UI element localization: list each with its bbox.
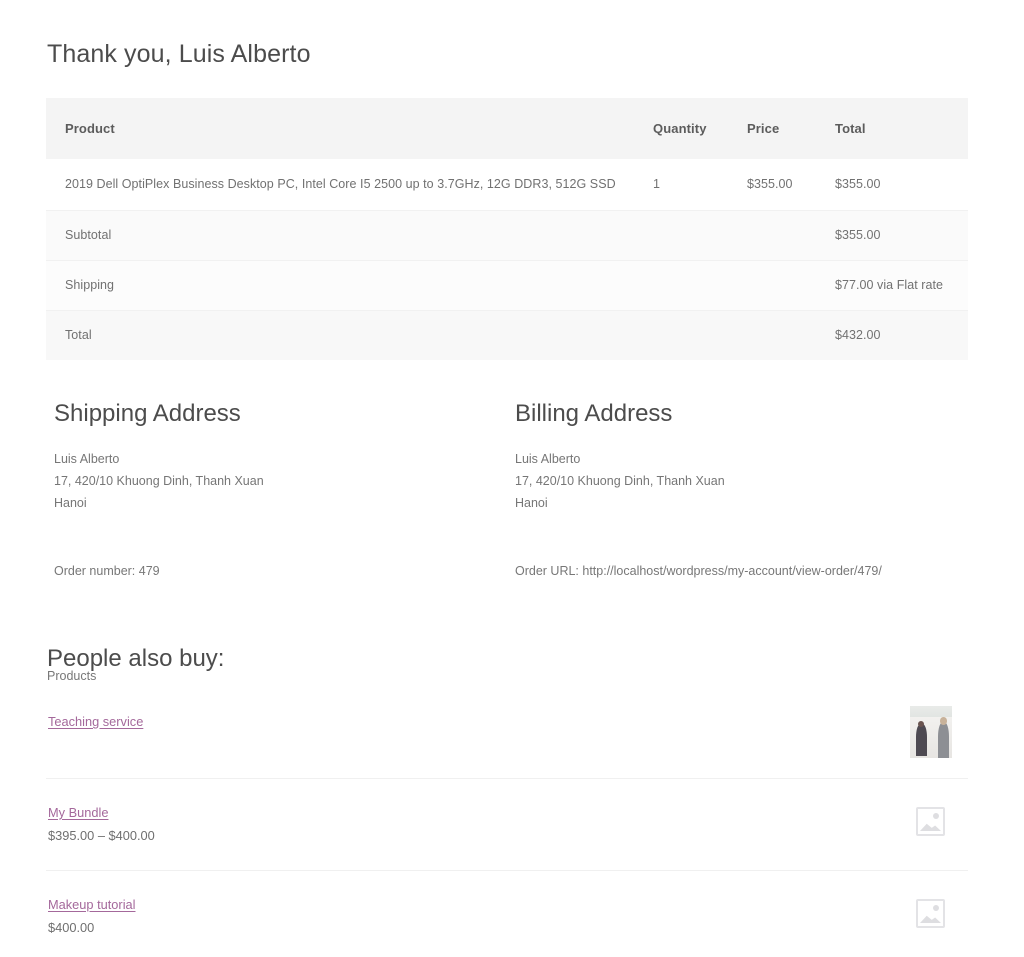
image-placeholder-icon [916,899,945,928]
column-header-total: Total [835,121,866,136]
table-row-total: Total $432.00 [46,310,968,360]
product-info: Makeup tutorial $400.00 [46,895,136,938]
shipping-address-block: Shipping Address Luis Alberto 17, 420/10… [54,398,264,514]
product-link-my-bundle[interactable]: My Bundle [48,803,108,822]
table-row-shipping: Shipping $77.00 via Flat rate [46,260,968,310]
product-thumbnail-placeholder[interactable] [910,803,952,845]
placeholder-mountain-shape [920,915,941,923]
placeholder-sun-shape [933,813,939,819]
spacer-cell-price [747,210,835,260]
photo-person-left-body [915,723,927,756]
order-table-body: 2019 Dell OptiPlex Business Desktop PC, … [46,159,968,360]
product-thumbnail-photo[interactable] [910,706,952,758]
order-number: Order number: 479 [54,564,160,578]
image-placeholder-icon [916,807,945,836]
cell-product-price: $355.00 [747,177,793,192]
label-subtotal: Subtotal [65,228,112,242]
order-table-header: Product Quantity Price Total [46,98,968,159]
table-row-product: 2019 Dell OptiPlex Business Desktop PC, … [46,159,968,210]
photo-person-right-body [937,721,950,758]
people-also-buy-list: Teaching service My Bundle $395.00 – $40… [46,700,968,957]
shipping-address-name: Luis Alberto [54,452,120,466]
billing-address-lines: Luis Alberto 17, 420/10 Khuong Dinh, Tha… [515,448,725,514]
column-header-product: Product [65,121,115,136]
billing-address-city: Hanoi [515,496,548,510]
shipping-address-street: 17, 420/10 Khuong Dinh, Thanh Xuan [54,474,264,488]
order-details-table: Product Quantity Price Total 2019 Dell O… [46,98,968,360]
billing-address-name: Luis Alberto [515,452,581,466]
list-item: My Bundle $395.00 – $400.00 [46,778,968,870]
list-item: Teaching service [46,700,968,778]
cell-product-name: 2019 Dell OptiPlex Business Desktop PC, … [65,177,616,192]
label-shipping: Shipping [65,278,115,292]
shipping-address-title: Shipping Address [54,400,241,427]
spacer-cell-qty-2 [653,260,747,310]
photo-person-right-head [939,717,947,725]
value-subtotal: $355.00 [835,228,881,242]
label-total: Total [65,328,92,343]
product-price: $400.00 [48,920,95,935]
spacer-cell-price-2 [747,260,835,310]
product-link-teaching-service[interactable]: Teaching service [48,712,143,731]
spacer-cell-qty [653,210,747,260]
order-url: Order URL: http://localhost/wordpress/my… [515,564,882,578]
cell-product-total: $355.00 [835,177,881,192]
column-header-quantity: Quantity [653,121,707,136]
shipping-address-city: Hanoi [54,496,87,510]
product-link-makeup-tutorial[interactable]: Makeup tutorial [48,895,136,914]
spacer-cell-qty-3 [653,310,747,360]
table-header-row: Product Quantity Price Total [46,98,968,159]
value-shipping: $77.00 via Flat rate [835,278,944,292]
page-title: Thank you, Luis Alberto [47,39,311,68]
product-price: $395.00 – $400.00 [48,828,155,843]
product-info: Teaching service [46,712,143,734]
shipping-address-lines: Luis Alberto 17, 420/10 Khuong Dinh, Tha… [54,448,264,514]
column-header-price: Price [747,121,780,136]
order-received-page: Thank you, Luis Alberto Product Quantity… [0,0,1024,957]
photo-thumbnail-icon [910,706,952,758]
billing-address-block: Billing Address Luis Alberto 17, 420/10 … [515,398,725,514]
product-info: My Bundle $395.00 – $400.00 [46,803,155,846]
billing-address-street: 17, 420/10 Khuong Dinh, Thanh Xuan [515,474,725,488]
spacer-cell-price-3 [747,310,835,360]
table-row-subtotal: Subtotal $355.00 [46,210,968,260]
people-also-buy-subtitle: Products [47,669,97,683]
placeholder-mountain-shape [920,823,941,831]
cell-product-quantity: 1 [653,177,661,192]
value-total: $432.00 [835,328,881,343]
product-thumbnail-placeholder[interactable] [910,895,952,937]
list-item: Makeup tutorial $400.00 [46,870,968,957]
billing-address-title: Billing Address [515,400,673,427]
placeholder-sun-shape [933,905,939,911]
